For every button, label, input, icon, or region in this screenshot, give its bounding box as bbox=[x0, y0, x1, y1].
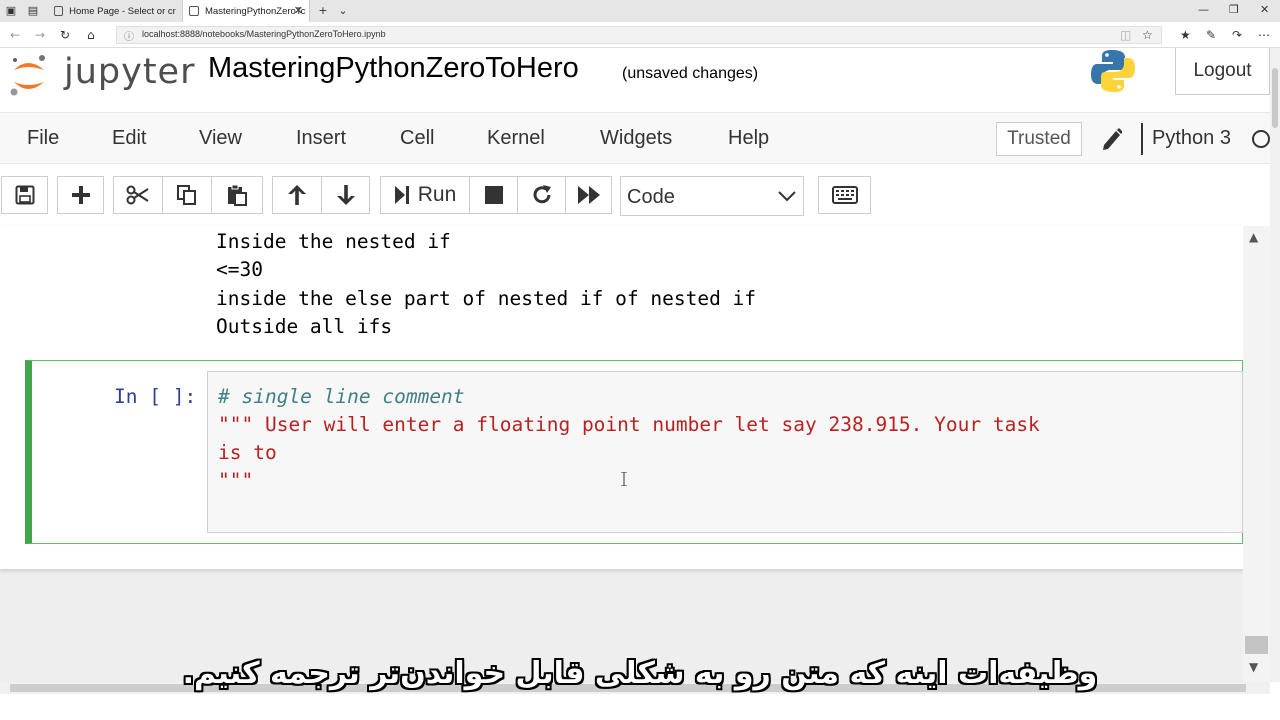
kernel-idle-indicator-icon bbox=[1252, 130, 1270, 148]
restore-icon[interactable]: ❐ bbox=[1229, 3, 1239, 16]
paste-icon bbox=[228, 184, 247, 206]
window-close-icon[interactable]: ✕ bbox=[1260, 3, 1269, 16]
menu-insert[interactable]: Insert bbox=[296, 127, 346, 150]
home-icon[interactable]: ⌂ bbox=[87, 28, 95, 42]
notebook-name[interactable]: MasteringPythonZeroToHero bbox=[208, 52, 579, 85]
video-subtitle: وظیفه‌ات اینه که متن رو به شکلی قابل خوا… bbox=[182, 656, 1098, 691]
interrupt-button[interactable] bbox=[469, 176, 518, 214]
logout-button[interactable]: Logout bbox=[1175, 48, 1270, 95]
site-info-icon[interactable]: ⓘ bbox=[124, 28, 134, 43]
pencil-icon[interactable] bbox=[1100, 125, 1122, 151]
page-vertical-scrollbar[interactable] bbox=[1270, 48, 1280, 682]
notebook-area: Inside the nested if <=30 inside the els… bbox=[0, 226, 1270, 682]
cell-type-value: Code bbox=[627, 186, 675, 208]
code-cell-selected[interactable]: In [ ]: # single line comment """ User w… bbox=[25, 360, 1243, 544]
browser-address-bar: ← → ↻ ⌂ ⓘ localhost:8888/notebooks/Maste… bbox=[0, 22, 1280, 48]
favorites-hub-icon[interactable]: ★ bbox=[1180, 28, 1191, 42]
arrow-down-icon bbox=[336, 185, 355, 205]
fast-forward-icon bbox=[577, 186, 600, 204]
code-string-line: """ User will enter a floating point num… bbox=[218, 413, 1040, 436]
chevron-down-icon bbox=[778, 191, 796, 202]
code-string-line: """ bbox=[218, 469, 254, 492]
keyboard-icon bbox=[831, 186, 858, 204]
browser-menu-icon[interactable]: ▣ bbox=[4, 4, 18, 18]
back-icon[interactable]: ← bbox=[10, 28, 20, 42]
python-logo-icon bbox=[1091, 50, 1135, 92]
tab-title: Home Page - Select or creat bbox=[69, 5, 176, 17]
notes-pen-icon[interactable]: ✎ bbox=[1206, 28, 1216, 42]
save-button[interactable] bbox=[1, 176, 48, 214]
share-icon[interactable]: ↷ bbox=[1232, 28, 1242, 42]
restart-run-all-button[interactable] bbox=[565, 176, 612, 214]
notebook-toolbar: Run Code bbox=[0, 166, 1270, 224]
scroll-up-icon[interactable]: ▲ bbox=[1249, 230, 1258, 244]
refresh-icon[interactable]: ↻ bbox=[60, 28, 70, 42]
more-options-icon[interactable]: ⋯ bbox=[1258, 28, 1270, 42]
code-comment-line: # single line comment bbox=[218, 385, 465, 408]
paste-button[interactable] bbox=[211, 176, 263, 214]
code-editor[interactable]: # single line comment """ User will ente… bbox=[207, 371, 1243, 533]
tab-actions-icon[interactable]: ▤ bbox=[26, 4, 40, 18]
restart-icon bbox=[533, 185, 551, 204]
browser-tab-bar: ▣ ▤ Home Page - Select or creat Masterin… bbox=[0, 0, 1280, 22]
output-line: inside the else part of nested if of nes… bbox=[216, 287, 757, 310]
kernel-divider bbox=[1141, 123, 1143, 155]
copy-button[interactable] bbox=[162, 176, 212, 214]
stop-icon bbox=[484, 186, 503, 204]
menu-kernel[interactable]: Kernel bbox=[487, 127, 545, 150]
plus-icon bbox=[71, 186, 90, 204]
cell-prompt: In [ ]: bbox=[114, 385, 197, 408]
command-palette-button[interactable] bbox=[818, 176, 871, 214]
kernel-name[interactable]: Python 3 bbox=[1152, 127, 1231, 150]
browser-tab-home[interactable]: Home Page - Select or creat bbox=[48, 0, 176, 22]
move-down-button[interactable] bbox=[321, 176, 370, 214]
notebook-vertical-scrollbar[interactable]: ▲ ▼ bbox=[1243, 226, 1270, 682]
tab-title: MasteringPythonZeroTc bbox=[205, 5, 306, 17]
menu-cell[interactable]: Cell bbox=[400, 127, 434, 150]
insert-cell-button[interactable] bbox=[57, 176, 104, 214]
arrow-up-icon bbox=[288, 185, 306, 205]
url-text[interactable]: localhost:8888/notebooks/MasteringPython… bbox=[142, 29, 386, 39]
floppy-disk-icon bbox=[15, 185, 34, 205]
menu-view[interactable]: View bbox=[199, 127, 242, 150]
page-icon bbox=[54, 6, 64, 16]
jupyter-logo-icon bbox=[10, 55, 45, 96]
cut-button[interactable] bbox=[113, 176, 163, 214]
jupyter-logo-text: jupyter bbox=[64, 52, 196, 92]
output-line: Outside all ifs bbox=[216, 315, 393, 338]
page-icon bbox=[189, 6, 199, 16]
jupyter-header: jupyter MasteringPythonZeroToHero (unsav… bbox=[0, 48, 1270, 110]
step-forward-icon bbox=[394, 186, 409, 204]
scissors-icon bbox=[126, 185, 149, 205]
close-tab-icon[interactable]: ✕ bbox=[294, 4, 303, 17]
favorite-star-icon[interactable]: ☆ bbox=[1142, 28, 1153, 42]
move-up-button[interactable] bbox=[272, 176, 322, 214]
jupyter-logo[interactable]: jupyter bbox=[8, 50, 194, 100]
browser-tab-notebook[interactable]: MasteringPythonZeroTc ✕ bbox=[182, 0, 310, 22]
menu-edit[interactable]: Edit bbox=[112, 127, 146, 150]
code-string-line: is to bbox=[218, 441, 277, 464]
copy-icon bbox=[177, 185, 196, 205]
tab-list-chevron-icon[interactable]: ⌄ bbox=[336, 4, 350, 18]
run-label: Run bbox=[417, 183, 457, 206]
menu-file[interactable]: File bbox=[27, 127, 59, 150]
minimize-icon[interactable]: — bbox=[1198, 3, 1209, 16]
cell-type-select[interactable]: Code bbox=[620, 176, 804, 216]
restart-kernel-button[interactable] bbox=[517, 176, 566, 214]
notebook-page: Inside the nested if <=30 inside the els… bbox=[0, 226, 1243, 569]
new-tab-icon[interactable]: + bbox=[316, 4, 330, 18]
save-status: (unsaved changes) bbox=[622, 65, 759, 82]
menu-widgets[interactable]: Widgets bbox=[600, 127, 672, 150]
menu-bar: File Edit View Insert Cell Kernel Widget… bbox=[0, 112, 1270, 164]
output-line: <=30 bbox=[216, 258, 263, 281]
scrollbar-thumb[interactable] bbox=[1245, 636, 1268, 654]
scrollbar-thumb[interactable] bbox=[1272, 68, 1278, 128]
forward-icon[interactable]: → bbox=[35, 28, 45, 42]
text-cursor-icon bbox=[621, 472, 627, 486]
menu-help[interactable]: Help bbox=[728, 127, 769, 150]
run-button[interactable]: Run bbox=[380, 176, 470, 214]
reading-view-icon[interactable]: ◫ bbox=[1120, 28, 1131, 42]
trusted-indicator[interactable]: Trusted bbox=[996, 122, 1082, 156]
output-line: Inside the nested if bbox=[216, 230, 451, 253]
